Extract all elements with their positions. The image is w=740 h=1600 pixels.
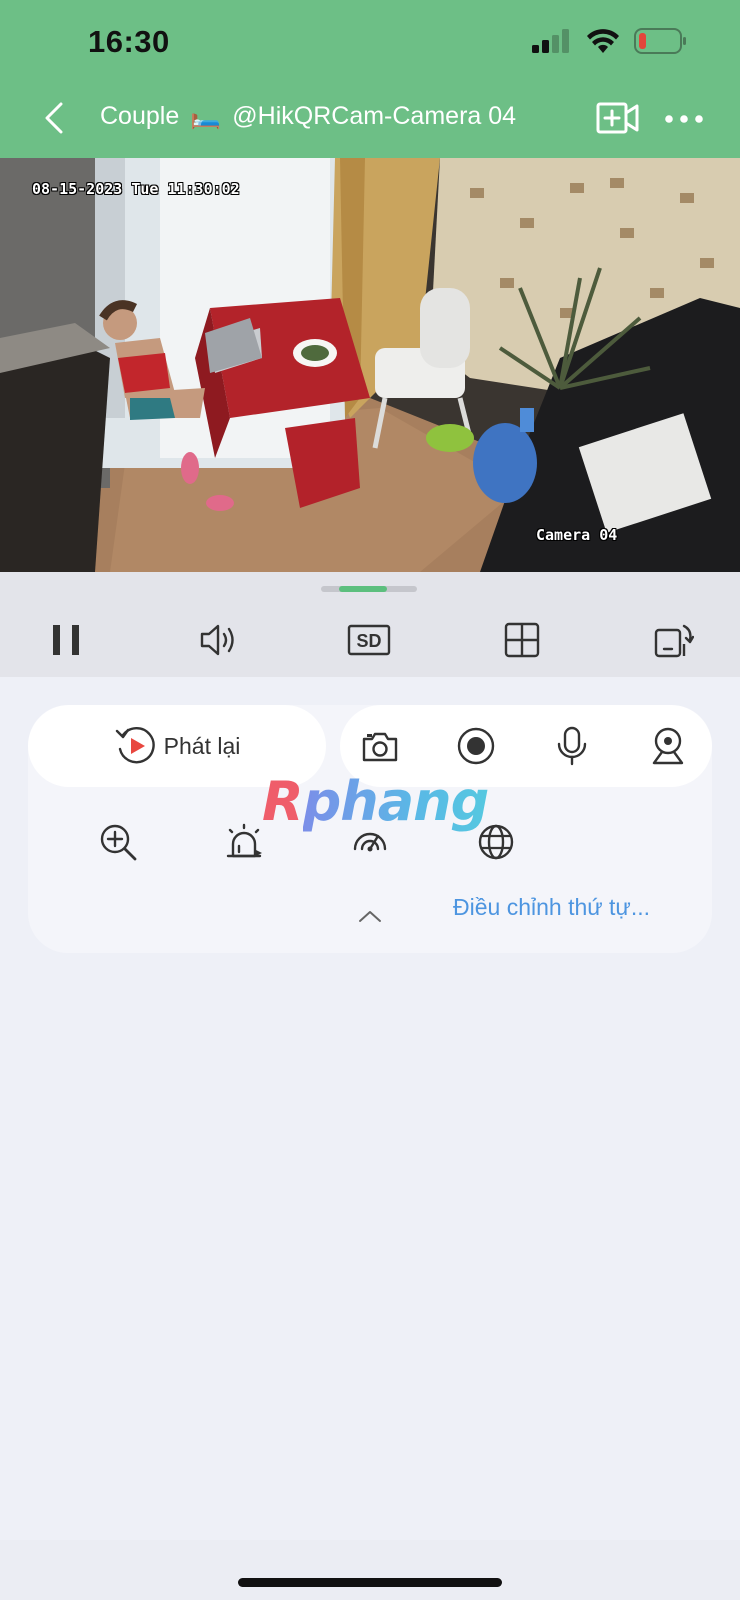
alarm-button[interactable]	[220, 818, 268, 866]
snapshot-button[interactable]	[356, 722, 404, 770]
quality-button[interactable]: SD	[346, 618, 392, 662]
home-indicator[interactable]	[238, 1578, 502, 1587]
speed-gauge-icon	[353, 832, 387, 852]
adjust-order-link[interactable]: Điều chỉnh thứ tự...	[453, 894, 650, 921]
watermark-rest: phang	[302, 770, 490, 833]
status-icons	[532, 28, 688, 54]
live-video-feed[interactable]: 08-15-2023 Tue 11:30:02 Camera 04	[0, 158, 740, 572]
camera-scene-image	[0, 158, 740, 572]
watermark-first: R	[262, 770, 304, 833]
record-button[interactable]	[452, 722, 500, 770]
bottom-safe-area	[0, 1540, 740, 1600]
globe-icon	[478, 824, 514, 860]
ptz-icon	[652, 727, 684, 765]
add-camera-icon	[596, 102, 639, 134]
chevron-left-icon	[45, 102, 63, 134]
sd-quality-icon: SD	[347, 624, 391, 656]
rotate-screen-icon	[654, 624, 694, 658]
multi-view-button[interactable]	[498, 618, 546, 662]
title-prefix: Couple	[100, 102, 180, 130]
more-button[interactable]	[664, 104, 704, 134]
pause-icon	[53, 625, 79, 655]
drag-handle-progress	[339, 586, 387, 592]
microphone-icon	[557, 726, 587, 766]
drag-handle[interactable]	[321, 586, 417, 592]
speed-button[interactable]	[346, 818, 394, 866]
zoom-button[interactable]	[94, 818, 142, 866]
network-button[interactable]	[472, 818, 520, 866]
multi-view-grid-icon	[504, 622, 540, 658]
bed-emoji: 🛏️	[190, 102, 222, 130]
playback-history-icon	[115, 727, 155, 764]
sd-label: SD	[356, 631, 381, 651]
collapse-panel-button[interactable]	[356, 906, 384, 926]
osd-camera-name: Camera 04	[536, 526, 618, 544]
volume-icon	[200, 624, 234, 656]
more-horizontal-icon	[665, 115, 703, 123]
page-title: Couple 🛏️ @HikQRCam-Camera 04	[100, 102, 516, 131]
playback-control-bar: SD	[0, 572, 740, 677]
playback-label: Phát lại	[163, 732, 241, 759]
title-suffix: @HikQRCam-Camera 04	[232, 102, 517, 130]
top-header: 16:30 Couple 🛏️ @HikQRCam-Camera 04	[0, 0, 740, 158]
camera-snapshot-icon	[362, 732, 398, 762]
rotate-screen-button[interactable]	[650, 618, 698, 662]
volume-button[interactable]	[194, 618, 242, 662]
battery-low-icon	[634, 28, 686, 54]
record-icon	[457, 727, 495, 765]
talk-button[interactable]	[548, 722, 596, 770]
zoom-in-icon	[100, 824, 137, 861]
add-camera-button[interactable]	[596, 100, 640, 136]
ptz-button[interactable]	[644, 722, 692, 770]
alarm-icon	[226, 823, 262, 858]
pause-button[interactable]	[42, 618, 90, 662]
chevron-up-icon	[359, 911, 381, 922]
status-time: 16:30	[88, 24, 170, 59]
osd-timestamp: 08-15-2023 Tue 11:30:02	[32, 180, 240, 198]
back-button[interactable]	[36, 96, 72, 140]
wifi-icon	[587, 29, 619, 53]
cellular-signal-icon	[532, 29, 569, 53]
